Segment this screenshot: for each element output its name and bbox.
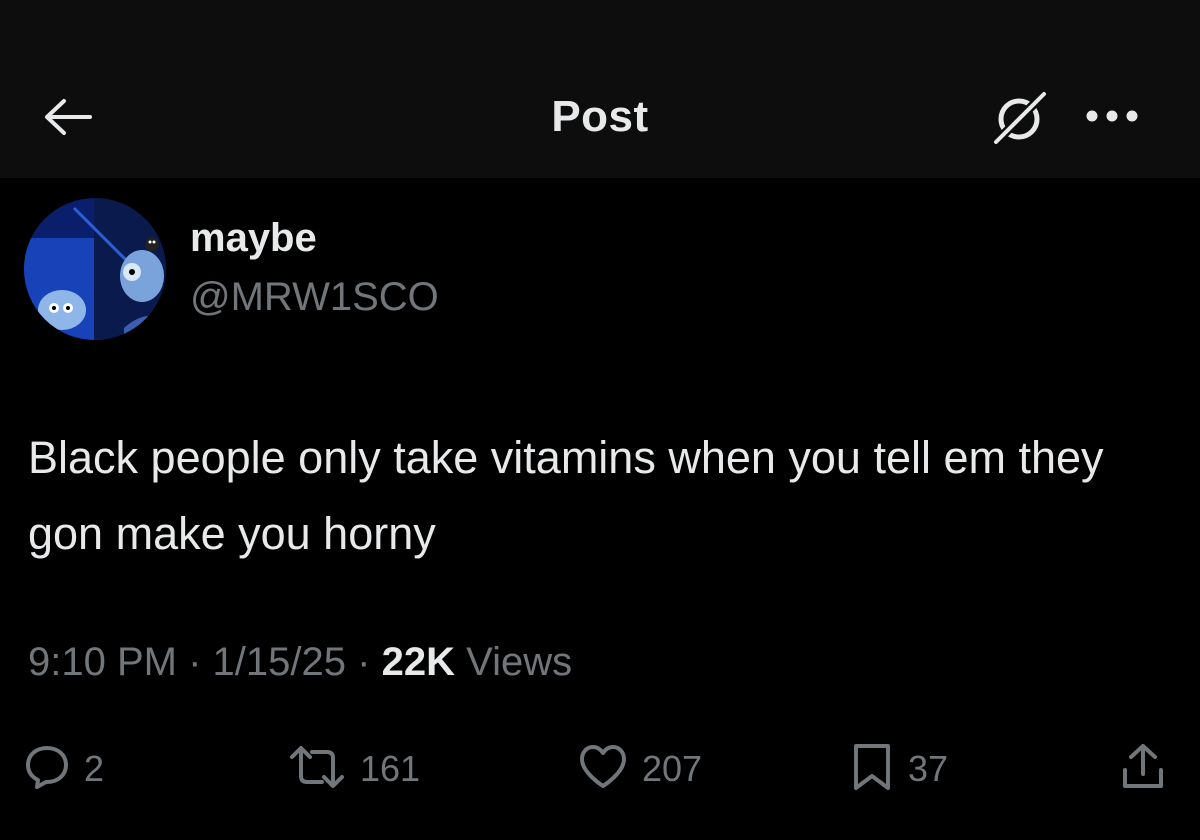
bookmark-button[interactable]: 37 xyxy=(850,742,948,796)
bookmark-count: 37 xyxy=(908,748,949,789)
views-label[interactable]: Views xyxy=(466,640,572,684)
post-meta: 9:10 PM · 1/15/25 · 22K Views xyxy=(28,640,572,685)
bookmark-icon xyxy=(850,742,894,797)
author-handle[interactable]: @MRW1SCO xyxy=(190,275,439,320)
like-button[interactable]: 207 xyxy=(578,742,702,796)
more-horizontal-icon xyxy=(1084,108,1140,129)
heart-icon xyxy=(578,744,628,795)
post-text: Black people only take vitamins when you… xyxy=(28,432,1104,559)
avatar[interactable] xyxy=(24,198,166,340)
reply-button[interactable]: 2 xyxy=(24,742,104,796)
like-count: 207 xyxy=(642,748,703,789)
author-name[interactable]: maybe xyxy=(190,216,317,261)
reply-icon xyxy=(24,744,70,795)
meta-separator: · xyxy=(357,640,371,684)
post-time: 9:10 PM xyxy=(28,640,177,684)
post-date: 1/15/25 xyxy=(212,640,347,684)
reply-count: 2 xyxy=(84,748,105,789)
more-options-button[interactable] xyxy=(1082,98,1142,138)
share-icon xyxy=(1120,742,1166,797)
meta-separator: · xyxy=(188,640,202,684)
repost-icon xyxy=(288,744,346,795)
share-button[interactable] xyxy=(1120,742,1166,796)
grok-button[interactable] xyxy=(988,86,1052,155)
post-page: Post maybe @MRW1SCO Black people only ta… xyxy=(0,0,1200,840)
repost-count: 161 xyxy=(360,748,421,789)
views-count[interactable]: 22K xyxy=(382,640,455,684)
repost-button[interactable]: 161 xyxy=(288,742,420,796)
top-bar: Post xyxy=(0,0,1200,178)
grok-icon xyxy=(988,86,1052,155)
